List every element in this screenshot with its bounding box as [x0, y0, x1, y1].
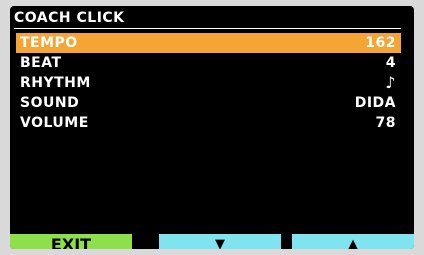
title-underline: [14, 28, 401, 29]
menu-item-label: TEMPO: [20, 35, 78, 51]
menu-item-value: 4: [385, 55, 396, 71]
menu-item-sound[interactable]: SOUND DIDA: [16, 93, 401, 113]
eighth-note-icon: ♪: [385, 73, 396, 92]
menu-item-value: 78: [375, 115, 396, 131]
menu-item-beat[interactable]: BEAT 4: [16, 53, 401, 73]
menu-item-rhythm[interactable]: RHYTHM ♪: [16, 73, 401, 93]
exit-button[interactable]: EXIT: [10, 234, 132, 249]
down-arrow-icon: ▼: [215, 237, 225, 249]
screen-title: COACH CLICK: [14, 10, 125, 26]
menu-item-label: BEAT: [20, 55, 62, 71]
down-button[interactable]: ▼: [159, 234, 281, 249]
menu-item-tempo[interactable]: TEMPO 162: [16, 33, 401, 53]
up-button[interactable]: ▲: [292, 234, 414, 249]
menu-item-volume[interactable]: VOLUME 78: [16, 113, 401, 133]
device-bezel: COACH CLICK TEMPO 162 BEAT 4 RHYTHM ♪ SO…: [0, 0, 424, 255]
menu-item-label: SOUND: [20, 95, 80, 111]
menu-item-label: RHYTHM: [20, 75, 91, 91]
exit-button-label: EXIT: [50, 235, 92, 249]
menu-item-value: DIDA: [354, 95, 396, 111]
menu-item-label: VOLUME: [20, 115, 89, 131]
display-screen: COACH CLICK TEMPO 162 BEAT 4 RHYTHM ♪ SO…: [10, 6, 414, 249]
up-arrow-icon: ▲: [348, 237, 358, 249]
menu-list: TEMPO 162 BEAT 4 RHYTHM ♪ SOUND DIDA VOL…: [16, 33, 401, 133]
menu-item-value: 162: [365, 35, 396, 51]
